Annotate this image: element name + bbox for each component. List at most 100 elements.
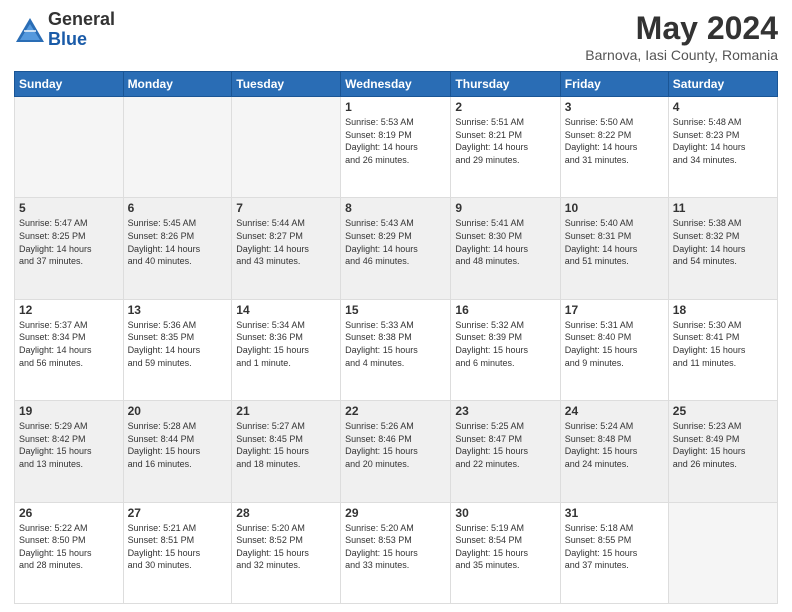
day-number: 21 xyxy=(236,404,336,418)
day-number: 4 xyxy=(673,100,773,114)
col-header-monday: Monday xyxy=(123,72,232,97)
day-info: Sunrise: 5:26 AM Sunset: 8:46 PM Dayligh… xyxy=(345,420,446,470)
calendar-week-row: 19Sunrise: 5:29 AM Sunset: 8:42 PM Dayli… xyxy=(15,401,778,502)
calendar-cell: 29 Sunrise: 5:20 AM Sunset: 8:53 PM Dayli… xyxy=(341,502,451,603)
calendar-week-row: 12Sunrise: 5:37 AM Sunset: 8:34 PM Dayli… xyxy=(15,299,778,400)
day-number: 8 xyxy=(345,201,446,215)
day-info: Sunrise: 5:48 AM Sunset: 8:23 PM Dayligh… xyxy=(673,116,773,166)
calendar-cell: 4 Sunrise: 5:48 AM Sunset: 8:23 PM Daylig… xyxy=(668,97,777,198)
day-number: 2 xyxy=(455,100,555,114)
day-number: 31 xyxy=(565,506,664,520)
day-number: 26 xyxy=(19,506,119,520)
day-number: 23 xyxy=(455,404,555,418)
page: General Blue May 2024 Barnova, Iasi Coun… xyxy=(0,0,792,612)
day-number: 28 xyxy=(236,506,336,520)
calendar-cell: 10 Sunrise: 5:40 AM Sunset: 8:31 PM Dayli… xyxy=(560,198,668,299)
day-info: Sunrise: 5:47 AM Sunset: 8:25 PM Dayligh… xyxy=(19,217,119,267)
col-header-sunday: Sunday xyxy=(15,72,124,97)
col-header-saturday: Saturday xyxy=(668,72,777,97)
calendar-cell: 22 Sunrise: 5:26 AM Sunset: 8:46 PM Dayli… xyxy=(341,401,451,502)
day-number: 6 xyxy=(128,201,228,215)
calendar-cell: 12Sunrise: 5:37 AM Sunset: 8:34 PM Dayli… xyxy=(15,299,124,400)
calendar-cell: 28Sunrise: 5:20 AM Sunset: 8:52 PM Dayli… xyxy=(232,502,341,603)
day-number: 29 xyxy=(345,506,446,520)
day-number: 16 xyxy=(455,303,555,317)
day-number: 15 xyxy=(345,303,446,317)
day-number: 9 xyxy=(455,201,555,215)
calendar-cell: 25Sunrise: 5:23 AM Sunset: 8:49 PM Dayli… xyxy=(668,401,777,502)
calendar-cell: 5 Sunrise: 5:47 AM Sunset: 8:25 PM Daylig… xyxy=(15,198,124,299)
day-number: 1 xyxy=(345,100,446,114)
logo: General Blue xyxy=(14,10,115,50)
day-info: Sunrise: 5:33 AM Sunset: 8:38 PM Dayligh… xyxy=(345,319,446,369)
calendar-cell: 18Sunrise: 5:30 AM Sunset: 8:41 PM Dayli… xyxy=(668,299,777,400)
calendar-cell: 21 Sunrise: 5:27 AM Sunset: 8:45 PM Dayli… xyxy=(232,401,341,502)
col-header-tuesday: Tuesday xyxy=(232,72,341,97)
calendar-cell: 31Sunrise: 5:18 AM Sunset: 8:55 PM Dayli… xyxy=(560,502,668,603)
day-number: 14 xyxy=(236,303,336,317)
calendar-cell: 3Sunrise: 5:50 AM Sunset: 8:22 PM Daylig… xyxy=(560,97,668,198)
day-info: Sunrise: 5:29 AM Sunset: 8:42 PM Dayligh… xyxy=(19,420,119,470)
day-number: 24 xyxy=(565,404,664,418)
day-info: Sunrise: 5:31 AM Sunset: 8:40 PM Dayligh… xyxy=(565,319,664,369)
calendar-cell: 6 Sunrise: 5:45 AM Sunset: 8:26 PM Daylig… xyxy=(123,198,232,299)
day-info: Sunrise: 5:36 AM Sunset: 8:35 PM Dayligh… xyxy=(128,319,228,369)
day-number: 30 xyxy=(455,506,555,520)
day-number: 7 xyxy=(236,201,336,215)
day-info: Sunrise: 5:51 AM Sunset: 8:21 PM Dayligh… xyxy=(455,116,555,166)
day-info: Sunrise: 5:28 AM Sunset: 8:44 PM Dayligh… xyxy=(128,420,228,470)
calendar-cell xyxy=(123,97,232,198)
calendar-cell: 13 Sunrise: 5:36 AM Sunset: 8:35 PM Dayli… xyxy=(123,299,232,400)
day-number: 25 xyxy=(673,404,773,418)
logo-text: General Blue xyxy=(48,10,115,50)
day-number: 22 xyxy=(345,404,446,418)
day-info: Sunrise: 5:43 AM Sunset: 8:29 PM Dayligh… xyxy=(345,217,446,267)
day-info: Sunrise: 5:21 AM Sunset: 8:51 PM Dayligh… xyxy=(128,522,228,572)
title-block: May 2024 Barnova, Iasi County, Romania xyxy=(585,10,778,63)
day-number: 20 xyxy=(128,404,228,418)
month-title: May 2024 xyxy=(585,10,778,47)
calendar-cell xyxy=(15,97,124,198)
header: General Blue May 2024 Barnova, Iasi Coun… xyxy=(14,10,778,63)
calendar-cell xyxy=(668,502,777,603)
day-info: Sunrise: 5:22 AM Sunset: 8:50 PM Dayligh… xyxy=(19,522,119,572)
calendar-cell: 20 Sunrise: 5:28 AM Sunset: 8:44 PM Dayli… xyxy=(123,401,232,502)
day-number: 5 xyxy=(19,201,119,215)
day-info: Sunrise: 5:38 AM Sunset: 8:32 PM Dayligh… xyxy=(673,217,773,267)
calendar-week-row: 5 Sunrise: 5:47 AM Sunset: 8:25 PM Daylig… xyxy=(15,198,778,299)
location: Barnova, Iasi County, Romania xyxy=(585,47,778,63)
day-info: Sunrise: 5:25 AM Sunset: 8:47 PM Dayligh… xyxy=(455,420,555,470)
day-info: Sunrise: 5:45 AM Sunset: 8:26 PM Dayligh… xyxy=(128,217,228,267)
day-info: Sunrise: 5:19 AM Sunset: 8:54 PM Dayligh… xyxy=(455,522,555,572)
day-info: Sunrise: 5:34 AM Sunset: 8:36 PM Dayligh… xyxy=(236,319,336,369)
day-info: Sunrise: 5:40 AM Sunset: 8:31 PM Dayligh… xyxy=(565,217,664,267)
calendar-cell: 19Sunrise: 5:29 AM Sunset: 8:42 PM Dayli… xyxy=(15,401,124,502)
calendar-cell: 2 Sunrise: 5:51 AM Sunset: 8:21 PM Daylig… xyxy=(451,97,560,198)
day-number: 18 xyxy=(673,303,773,317)
day-number: 13 xyxy=(128,303,228,317)
calendar-cell: 24 Sunrise: 5:24 AM Sunset: 8:48 PM Dayli… xyxy=(560,401,668,502)
calendar-week-row: 1Sunrise: 5:53 AM Sunset: 8:19 PM Daylig… xyxy=(15,97,778,198)
calendar-cell: 26 Sunrise: 5:22 AM Sunset: 8:50 PM Dayli… xyxy=(15,502,124,603)
day-info: Sunrise: 5:24 AM Sunset: 8:48 PM Dayligh… xyxy=(565,420,664,470)
day-info: Sunrise: 5:37 AM Sunset: 8:34 PM Dayligh… xyxy=(19,319,119,369)
day-info: Sunrise: 5:27 AM Sunset: 8:45 PM Dayligh… xyxy=(236,420,336,470)
col-header-friday: Friday xyxy=(560,72,668,97)
calendar-cell: 1Sunrise: 5:53 AM Sunset: 8:19 PM Daylig… xyxy=(341,97,451,198)
logo-blue-text: Blue xyxy=(48,30,115,50)
calendar-table: SundayMondayTuesdayWednesdayThursdayFrid… xyxy=(14,71,778,604)
calendar-header-row: SundayMondayTuesdayWednesdayThursdayFrid… xyxy=(15,72,778,97)
calendar-cell: 8 Sunrise: 5:43 AM Sunset: 8:29 PM Daylig… xyxy=(341,198,451,299)
calendar-cell: 27 Sunrise: 5:21 AM Sunset: 8:51 PM Dayli… xyxy=(123,502,232,603)
calendar-cell: 17Sunrise: 5:31 AM Sunset: 8:40 PM Dayli… xyxy=(560,299,668,400)
day-info: Sunrise: 5:20 AM Sunset: 8:53 PM Dayligh… xyxy=(345,522,446,572)
calendar-cell: 14 Sunrise: 5:34 AM Sunset: 8:36 PM Dayli… xyxy=(232,299,341,400)
calendar-cell: 16Sunrise: 5:32 AM Sunset: 8:39 PM Dayli… xyxy=(451,299,560,400)
calendar-cell: 9 Sunrise: 5:41 AM Sunset: 8:30 PM Daylig… xyxy=(451,198,560,299)
day-info: Sunrise: 5:41 AM Sunset: 8:30 PM Dayligh… xyxy=(455,217,555,267)
day-number: 27 xyxy=(128,506,228,520)
calendar-cell: 30 Sunrise: 5:19 AM Sunset: 8:54 PM Dayli… xyxy=(451,502,560,603)
day-number: 10 xyxy=(565,201,664,215)
calendar-cell xyxy=(232,97,341,198)
calendar-cell: 23 Sunrise: 5:25 AM Sunset: 8:47 PM Dayli… xyxy=(451,401,560,502)
